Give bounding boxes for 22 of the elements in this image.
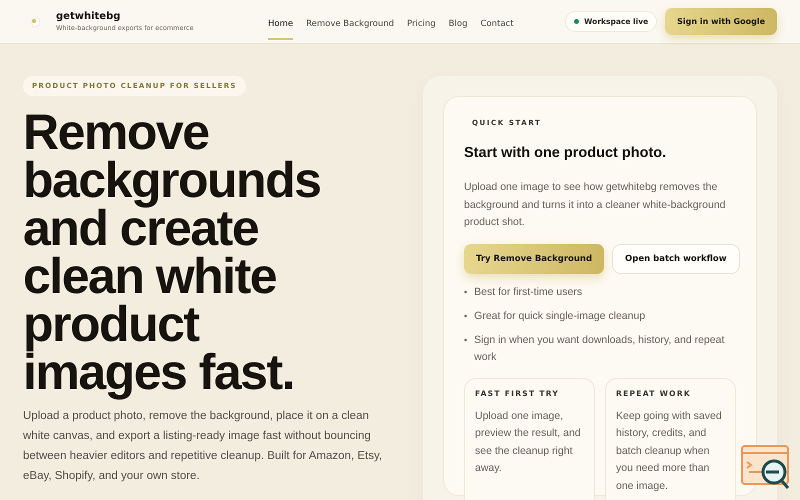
logo-icon [28,14,42,28]
nav-link[interactable]: Home [268,8,294,40]
help-widget-icon[interactable] [741,444,791,490]
bullet-marker: • [464,310,468,322]
nav-link[interactable]: Remove Background [306,8,394,40]
card-description: Upload one image to see how getwhitebg removes the background and turns it into a cleaner white-background product shot. [464,180,726,230]
brand-name: getwhitebg [56,11,122,22]
bullet-item: Best for first-time users [474,284,582,300]
bullet-item: Great for quick single-image cleanup [474,308,646,324]
feature-description: Keep going with saved history, credits, and batch cleanup when you need more than one image. [616,408,723,494]
nav-link[interactable]: Blog [448,8,468,40]
sign-in-button[interactable]: Sign in with Google [665,8,777,35]
batch-button[interactable]: Open batch workflow [612,244,740,274]
bullet-item: Sign in when you want downloads, history, and repeat work [474,332,726,364]
feature-description: Upload one image, preview the result, and see the cleanup right away. [475,408,582,476]
nav-link[interactable]: Contact [480,8,514,40]
bullet-marker: • [464,334,468,346]
bullet-marker: • [464,286,468,298]
try-button[interactable]: Try Remove Background [464,244,604,274]
card-title: Start with one product photo. [464,145,668,161]
hero-description: Upload a product photo, remove the background, place it on a clean white canvas, and export a listing-ready image fast without bouncing between heavier editors and repetitive cleanup. Built for Amazon, Etsy, eBay, Shopify, and your own store. [23,409,384,484]
nav-link[interactable]: Pricing [407,8,436,40]
